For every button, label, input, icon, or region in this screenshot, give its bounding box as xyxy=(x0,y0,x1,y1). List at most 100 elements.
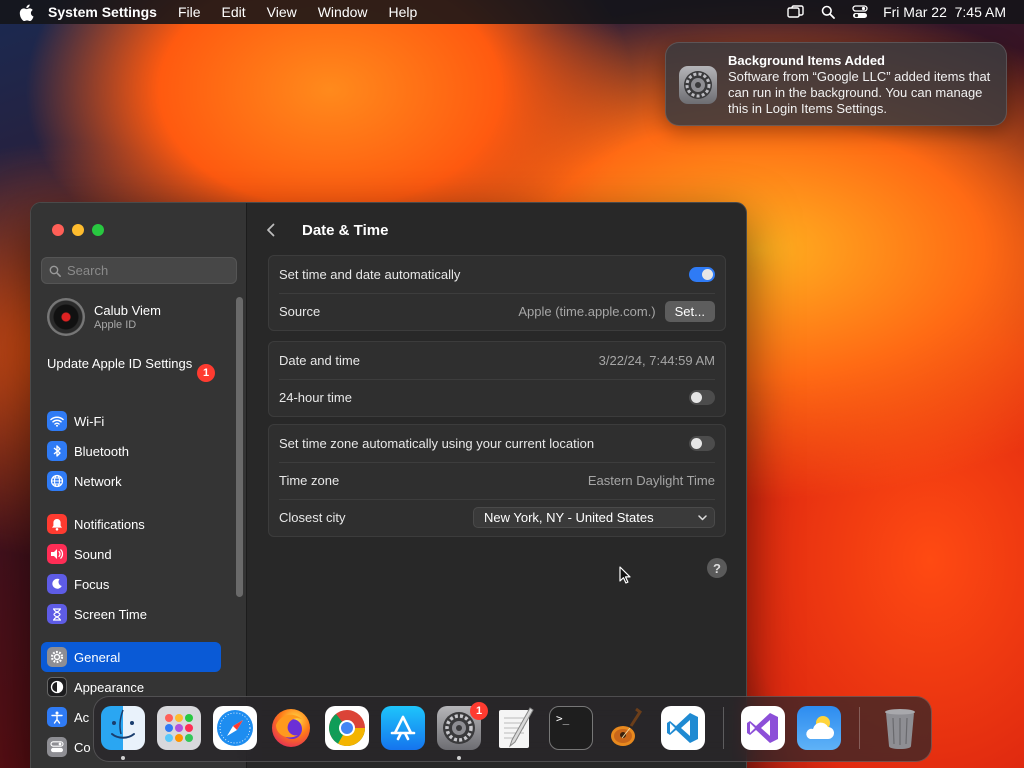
closest-city-value: New York, NY - United States xyxy=(484,510,654,525)
sidebar-item-label: Wi-Fi xyxy=(74,413,105,429)
control-center-icon[interactable] xyxy=(851,4,869,20)
notification-body: Software from “Google LLC” added items t… xyxy=(728,69,991,116)
pane-header: Date & Time xyxy=(266,220,388,240)
chrome-icon[interactable] xyxy=(325,706,369,750)
auto-tz-label: Set time zone automatically using your c… xyxy=(279,436,595,451)
closest-city-label: Closest city xyxy=(279,510,346,525)
source-label: Source xyxy=(279,304,321,319)
sidebar-item-sound[interactable]: Sound xyxy=(41,539,221,569)
minimize-window-button[interactable] xyxy=(72,224,84,236)
sidebar-item-focus[interactable]: Focus xyxy=(41,569,221,599)
timezone-label: Time zone xyxy=(279,473,340,488)
weather-icon[interactable] xyxy=(797,706,841,750)
terminal-icon[interactable]: >_ xyxy=(549,706,593,750)
notification-title: Background Items Added xyxy=(728,53,885,68)
firefox-icon[interactable] xyxy=(269,706,313,750)
notification-banner[interactable]: Background Items Added Software from “Go… xyxy=(665,42,1007,126)
menu-view[interactable]: View xyxy=(267,4,297,20)
sidebar-item-label: Appearance xyxy=(74,679,145,695)
close-window-button[interactable] xyxy=(52,224,64,236)
sidebar-item-label: Bluetooth xyxy=(74,443,129,459)
back-button[interactable] xyxy=(266,220,280,240)
sidebar-item-general[interactable]: General xyxy=(41,642,221,672)
screen-mirroring-icon[interactable] xyxy=(787,4,805,20)
menu-app-name[interactable]: System Settings xyxy=(48,4,157,20)
apple-logo-icon[interactable] xyxy=(18,3,34,21)
menu-window[interactable]: Window xyxy=(318,4,368,20)
accessibility-icon xyxy=(47,707,67,727)
sidebar-item-label: Network xyxy=(74,473,122,489)
sidebar-item-notifications[interactable]: Notifications xyxy=(41,509,221,539)
date-time-value: 3/22/24, 7:44:59 AM xyxy=(598,353,715,368)
sidebar-search[interactable] xyxy=(41,257,237,284)
sidebar-item-network[interactable]: Network xyxy=(41,466,221,496)
auto-tz-toggle[interactable] xyxy=(689,436,715,451)
visual-studio-icon[interactable] xyxy=(741,706,785,750)
auto-time-row: Set time and date automatically xyxy=(269,256,725,293)
dock-separator xyxy=(859,707,860,749)
time-zone-group: Set time zone automatically using your c… xyxy=(268,424,726,537)
timezone-value: Eastern Daylight Time xyxy=(587,473,715,488)
garageband-icon[interactable] xyxy=(605,706,649,750)
account-name: Calub Viem xyxy=(94,302,161,318)
sidebar-item-label: General xyxy=(74,649,121,665)
auto-tz-row: Set time zone automatically using your c… xyxy=(269,425,725,462)
sidebar: Calub Viem Apple ID Update Apple ID Sett… xyxy=(31,203,247,768)
help-button[interactable]: ? xyxy=(707,558,727,578)
hour24-row: 24-hour time xyxy=(269,379,725,416)
control-center-icon xyxy=(47,737,67,757)
system-settings-badge: 1 xyxy=(470,702,488,720)
sidebar-scrollbar[interactable] xyxy=(236,297,243,597)
wifi-icon xyxy=(47,411,67,431)
gear-icon xyxy=(47,647,67,667)
system-settings-window: Calub Viem Apple ID Update Apple ID Sett… xyxy=(30,202,747,768)
sidebar-item-wifi[interactable]: Wi-Fi xyxy=(41,406,221,436)
menu-file[interactable]: File xyxy=(178,4,201,20)
textedit-icon[interactable] xyxy=(493,706,537,750)
zoom-window-button[interactable] xyxy=(92,224,104,236)
automatic-time-group: Set time and date automatically Source A… xyxy=(268,255,726,331)
apple-id-account[interactable]: Calub Viem Apple ID xyxy=(47,298,161,336)
moon-icon xyxy=(47,574,67,594)
sidebar-item-screen-time[interactable]: Screen Time xyxy=(41,599,221,629)
vscode-icon[interactable] xyxy=(661,706,705,750)
auto-time-toggle[interactable] xyxy=(689,267,715,282)
dock-separator xyxy=(723,707,724,749)
appearance-icon xyxy=(47,677,67,697)
trash-icon[interactable] xyxy=(878,706,922,750)
dock: 1 >_ xyxy=(93,696,932,762)
closest-city-select[interactable]: New York, NY - United States xyxy=(473,507,715,528)
set-source-button[interactable]: Set... xyxy=(664,301,715,322)
bell-icon xyxy=(47,514,67,534)
safari-icon[interactable] xyxy=(213,706,257,750)
sidebar-item-bluetooth[interactable]: Bluetooth xyxy=(41,436,221,466)
finder-icon[interactable] xyxy=(101,706,145,750)
sidebar-item-label: Focus xyxy=(74,576,110,592)
window-controls xyxy=(52,224,104,236)
app-store-icon[interactable] xyxy=(381,706,425,750)
hourglass-icon xyxy=(47,604,67,624)
avatar xyxy=(47,298,85,336)
hour24-toggle[interactable] xyxy=(689,390,715,405)
update-apple-id-item[interactable]: Update Apple ID Settings xyxy=(47,356,217,372)
sidebar-item-label: Co xyxy=(74,739,91,755)
system-settings-running-indicator xyxy=(457,756,461,760)
source-value: Apple (time.apple.com.) xyxy=(518,304,656,319)
spotlight-search-icon[interactable] xyxy=(819,4,837,20)
main-pane: Date & Time Set time and date automatica… xyxy=(248,203,746,768)
menu-help[interactable]: Help xyxy=(389,4,418,20)
mouse-cursor-icon xyxy=(619,566,631,584)
hour24-label: 24-hour time xyxy=(279,390,352,405)
globe-icon xyxy=(47,471,67,491)
source-row: Source Apple (time.apple.com.) Set... xyxy=(269,293,725,330)
sidebar-item-label: Ac xyxy=(74,709,90,725)
search-input[interactable] xyxy=(67,263,217,278)
launchpad-icon[interactable] xyxy=(157,706,201,750)
date-time-group: Date and time 3/22/24, 7:44:59 AM 24-hou… xyxy=(268,341,726,417)
menu-clock[interactable]: Fri Mar 22 7:45 AM xyxy=(883,4,1006,20)
menu-edit[interactable]: Edit xyxy=(222,4,246,20)
sidebar-item-label: Sound xyxy=(74,546,112,562)
closest-city-row: Closest city New York, NY - United State… xyxy=(269,499,725,536)
chevron-left-icon xyxy=(267,223,275,237)
page-title: Date & Time xyxy=(302,221,389,239)
